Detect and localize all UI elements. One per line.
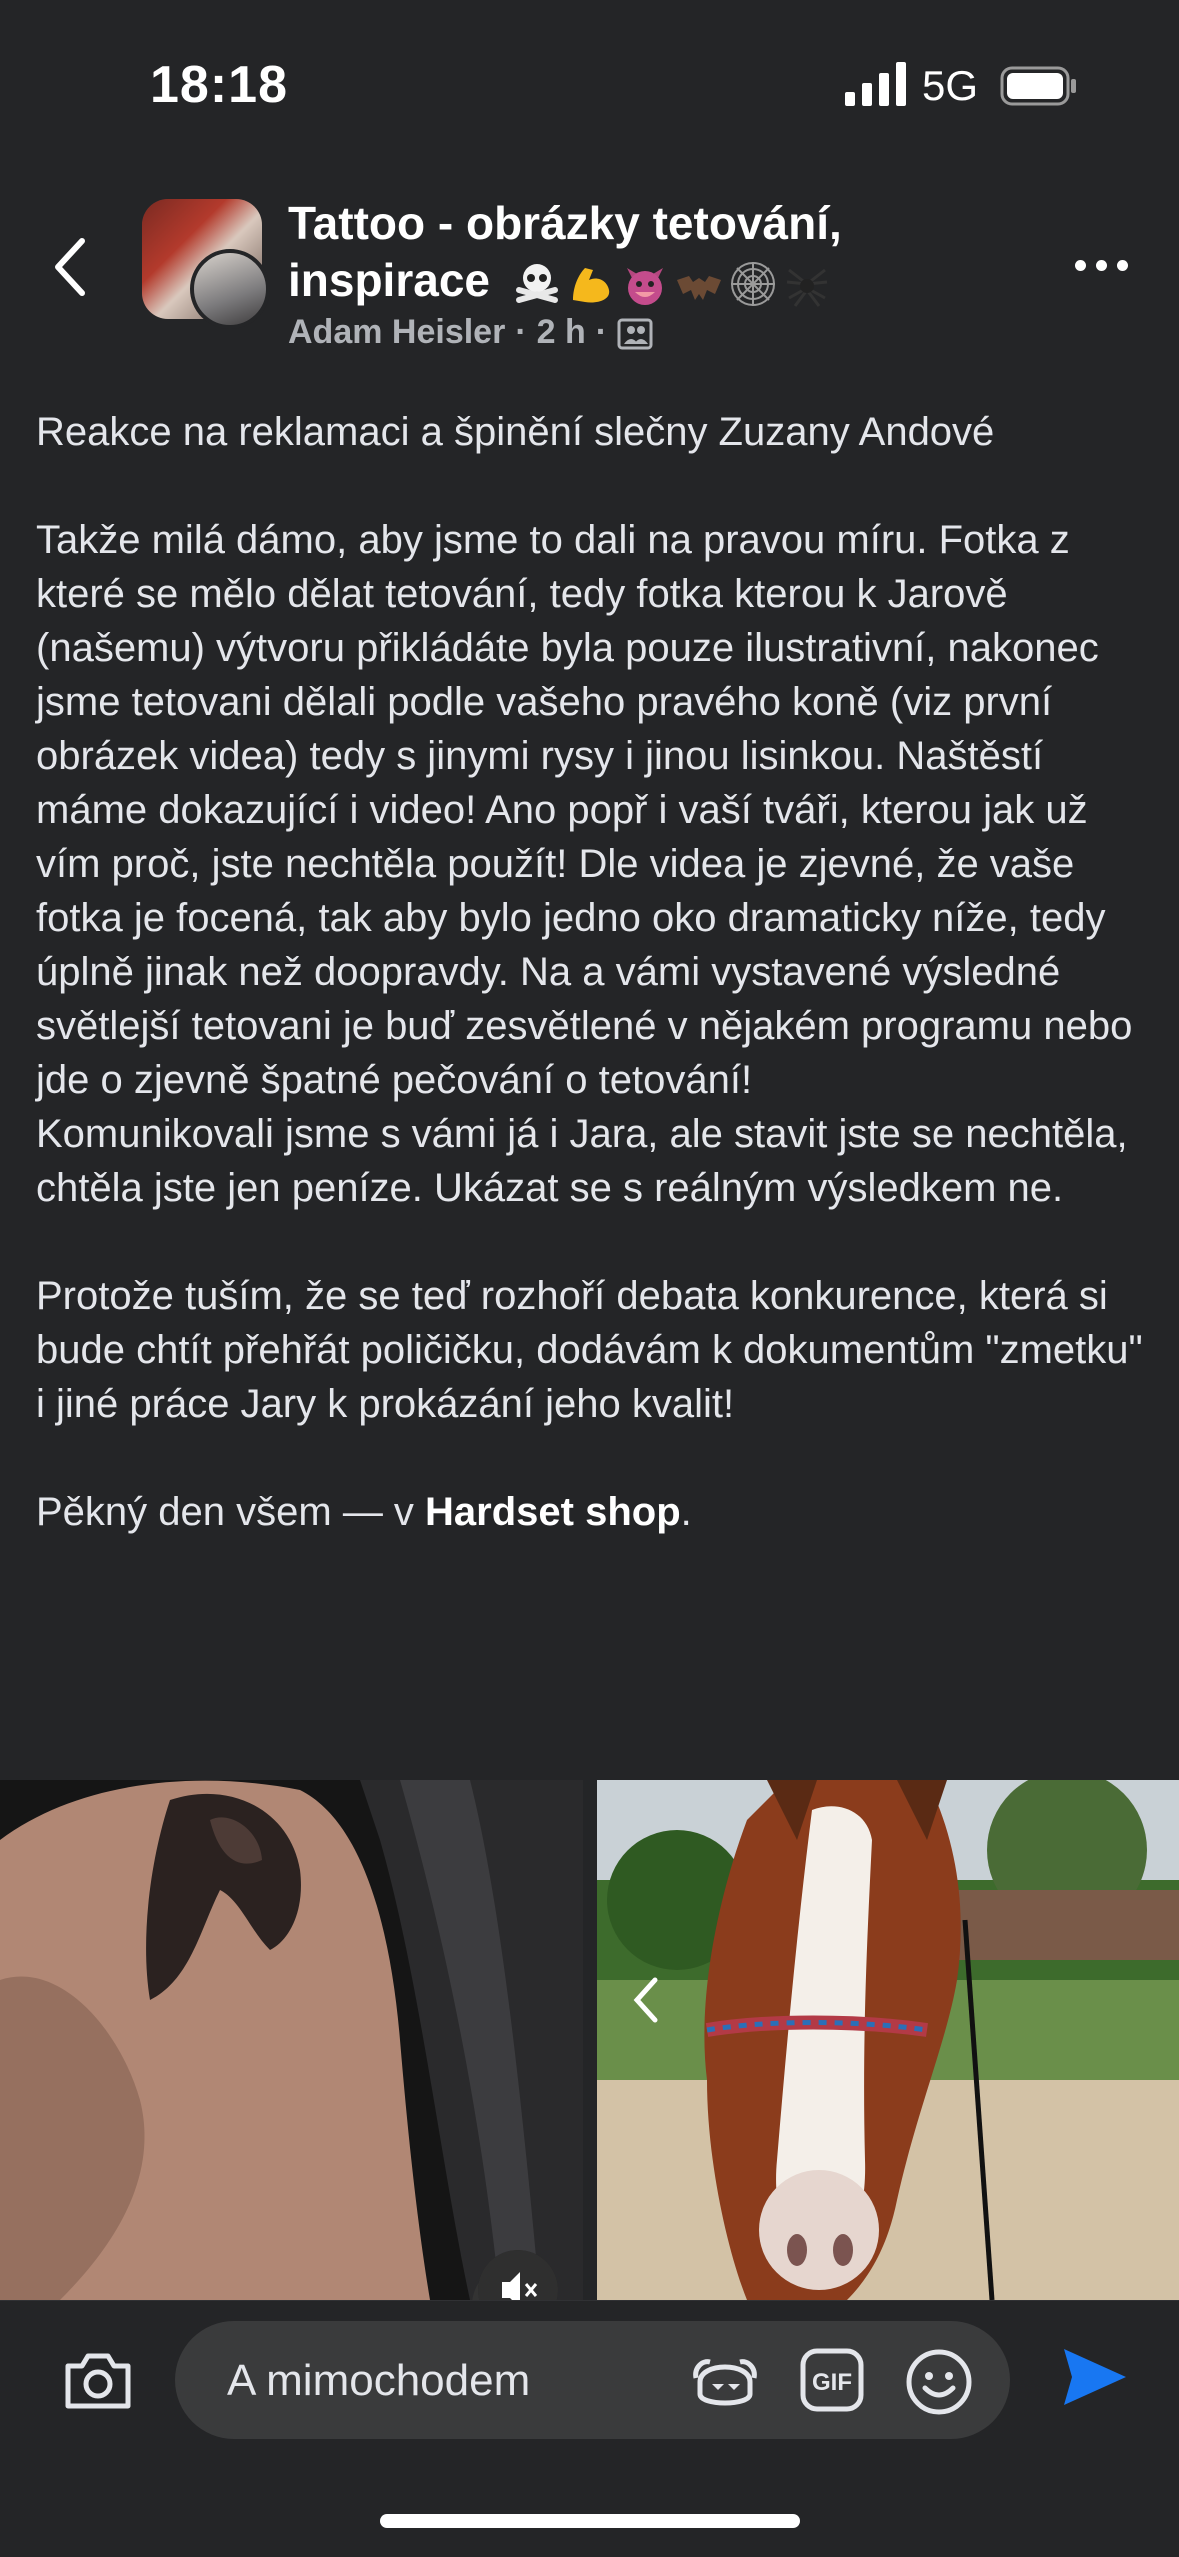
gif-label: GIF: [812, 2369, 852, 2396]
page-mention-link[interactable]: Hardset shop: [425, 1490, 681, 1534]
group-title-line1: Tattoo - obrázky tetování,: [288, 197, 842, 249]
comment-input[interactable]: [225, 2321, 729, 2441]
battery-icon: [1000, 66, 1076, 106]
comment-composer: GIF: [0, 2300, 1179, 2557]
post-paragraph: Komunikovali jsme s vámi já i Jara, ale …: [36, 1112, 1128, 1210]
spider-web-icon: [730, 261, 775, 306]
bat-icon: [676, 275, 721, 300]
more-dots-icon: [1075, 259, 1086, 271]
post-time[interactable]: 2 h: [537, 313, 586, 352]
status-time: 18:18: [150, 56, 288, 114]
closing-text: Pěkný den všem — v: [36, 1490, 426, 1534]
closing-punct: .: [680, 1490, 692, 1534]
chevron-left-icon[interactable]: [627, 1970, 667, 2030]
chevron-left-icon: [55, 238, 85, 296]
gif-button[interactable]: GIF: [800, 2348, 864, 2412]
horse-image[interactable]: [597, 1780, 1179, 2300]
avatar-sticker-icon[interactable]: [690, 2348, 760, 2412]
spider-icon: [786, 268, 827, 307]
flexed-biceps-icon: [572, 267, 609, 303]
imp-face-icon: [626, 267, 663, 305]
meta-separator: ·: [595, 313, 608, 351]
post-text: Reakce na reklamaci a špinění slečny Zuz…: [36, 405, 1156, 1539]
more-dot: [1117, 259, 1128, 271]
camera-icon[interactable]: [62, 2348, 134, 2412]
smiley-icon[interactable]: [905, 2348, 973, 2416]
post-media: [0, 1780, 1179, 2300]
horse-photo: [597, 1780, 1179, 2300]
group-audience-icon: [617, 318, 653, 349]
author-name[interactable]: Adam Heisler: [288, 313, 505, 352]
post-paragraph: Protože tuším, že se teď rozhoří debata …: [36, 1274, 1143, 1426]
post-closing: Pěkný den všem — v Hardset shop.: [36, 1485, 1156, 1539]
more-options-button[interactable]: [1075, 245, 1145, 285]
tattoo-horse-arm-photo: [0, 1780, 583, 2300]
status-bar: 18:18 5G: [0, 0, 1179, 170]
author-avatar[interactable]: [190, 249, 270, 329]
group-title-line2: inspirace: [288, 254, 490, 306]
skull-crossbones-icon: [515, 263, 558, 303]
group-title[interactable]: Tattoo - obrázky tetování, inspirace: [288, 195, 928, 309]
gif-icon: GIF: [800, 2348, 864, 2412]
home-indicator: [380, 2514, 800, 2528]
post-heading: Reakce na reklamaci a špinění slečny Zuz…: [36, 410, 995, 454]
back-button[interactable]: [40, 227, 100, 307]
tattoo-video[interactable]: [0, 1780, 583, 2300]
meta-separator: ·: [515, 313, 527, 351]
title-emojis: [513, 260, 831, 308]
comment-input-box[interactable]: GIF: [175, 2321, 1010, 2441]
post-header: Tattoo - obrázky tetování, inspirace Ada…: [0, 185, 1179, 365]
signal-icon: [845, 62, 906, 106]
post-meta: Adam Heisler · 2 h ·: [288, 313, 653, 352]
network-type: 5G: [922, 62, 979, 109]
send-icon[interactable]: [1058, 2341, 1130, 2413]
post-paragraph: Takže milá dámo, aby jsme to dali na pra…: [36, 518, 1133, 1102]
more-dot: [1096, 259, 1107, 271]
